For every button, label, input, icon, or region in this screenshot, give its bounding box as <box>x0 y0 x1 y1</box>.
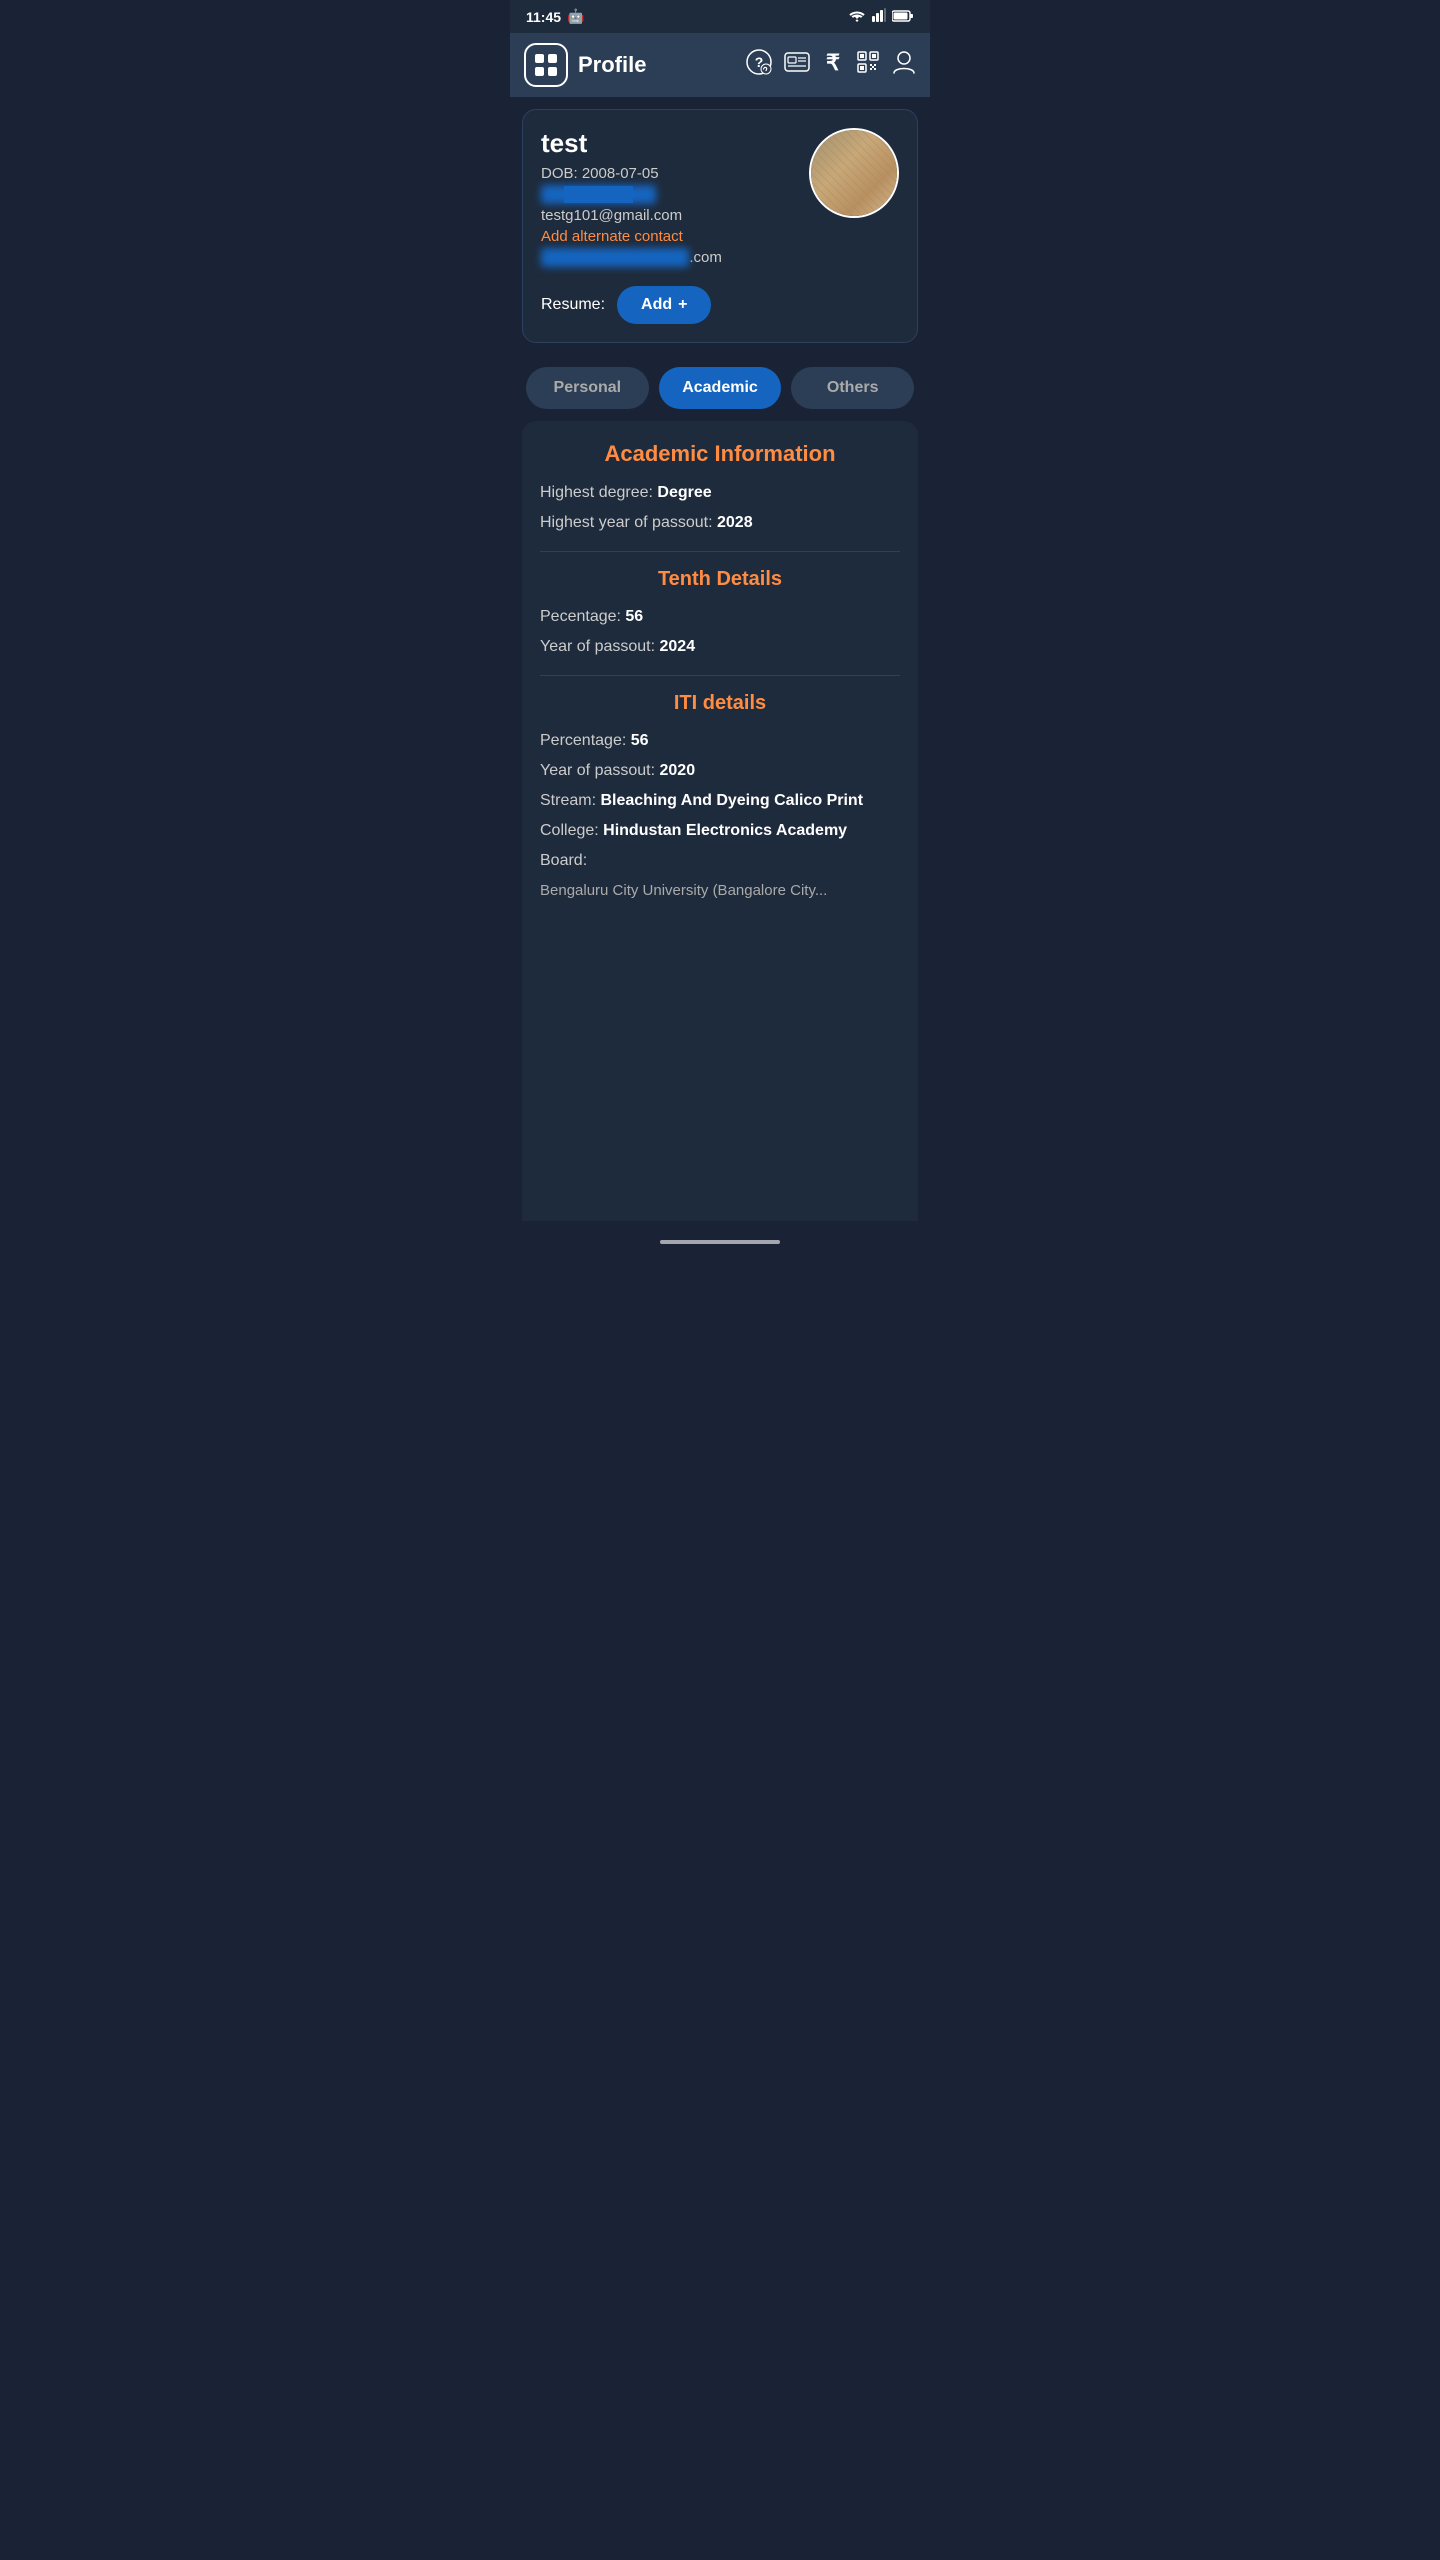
highest-degree-row: Highest degree: Degree <box>540 481 900 505</box>
academic-section-title: Academic Information <box>540 441 900 467</box>
iti-percentage-row: Percentage: 56 <box>540 729 900 753</box>
profile-phone: +91-8XXXXXX4 <box>541 186 656 203</box>
profile-alternate-email: ganesh@gmailXXXX.com <box>541 249 809 266</box>
status-bar: 11:45 🤖 <box>510 0 930 33</box>
rupee-icon[interactable]: ₹ <box>822 49 844 81</box>
android-icon: 🤖 <box>567 8 584 25</box>
svg-text:₹: ₹ <box>826 50 840 75</box>
qr-code-icon[interactable] <box>856 50 880 80</box>
iti-board-value-row: Bengaluru City University (Bangalore Cit… <box>540 879 900 903</box>
tab-others[interactable]: Others <box>791 367 914 409</box>
id-card-icon[interactable] <box>784 51 810 79</box>
profile-name: test <box>541 128 809 159</box>
profile-info: test DOB: 2008-07-05 +91-8XXXXXX4 testg1… <box>541 128 809 274</box>
iti-section-title: ITI details <box>540 692 900 715</box>
battery-icon <box>892 9 914 25</box>
profile-card: test DOB: 2008-07-05 +91-8XXXXXX4 testg1… <box>522 109 918 343</box>
tenth-year-row: Year of passout: 2024 <box>540 635 900 659</box>
user-icon[interactable] <box>892 49 916 81</box>
iti-stream-row: Stream: Bleaching And Dyeing Calico Prin… <box>540 789 900 813</box>
bottom-bar <box>510 1231 930 1261</box>
tenth-percentage-row: Pecentage: 56 <box>540 605 900 629</box>
tab-bar: Personal Academic Others <box>510 355 930 421</box>
resume-label: Resume: <box>541 296 605 314</box>
add-resume-button[interactable]: Add + <box>617 286 711 324</box>
add-alternate-contact[interactable]: Add alternate contact <box>541 228 809 245</box>
divider-2 <box>540 675 900 676</box>
status-left: 11:45 🤖 <box>526 8 584 25</box>
iti-year-row: Year of passout: 2020 <box>540 759 900 783</box>
highest-year-row: Highest year of passout: 2028 <box>540 511 900 535</box>
tab-academic[interactable]: Academic <box>659 367 782 409</box>
help-call-icon[interactable]: ? <box>746 49 772 81</box>
wifi-icon <box>848 8 866 25</box>
academic-content: Academic Information Highest degree: Deg… <box>522 421 918 1221</box>
nav-icons: ? ₹ <box>746 49 916 81</box>
tab-personal[interactable]: Personal <box>526 367 649 409</box>
profile-dob: DOB: 2008-07-05 <box>541 165 809 182</box>
divider-1 <box>540 551 900 552</box>
signal-icon <box>872 8 886 25</box>
iti-college-row: College: Hindustan Electronics Academy <box>540 819 900 843</box>
status-right <box>848 8 914 25</box>
tenth-section-title: Tenth Details <box>540 568 900 591</box>
iti-board-row: Board: <box>540 849 900 873</box>
app-logo[interactable] <box>524 43 568 87</box>
resume-row: Resume: Add + <box>541 286 899 324</box>
profile-email: testg101@gmail.com <box>541 207 809 224</box>
top-nav: Profile ? ₹ <box>510 33 930 97</box>
nav-title: Profile <box>578 52 736 78</box>
status-time: 11:45 <box>526 9 561 25</box>
avatar <box>809 128 899 218</box>
home-indicator <box>660 1240 780 1244</box>
